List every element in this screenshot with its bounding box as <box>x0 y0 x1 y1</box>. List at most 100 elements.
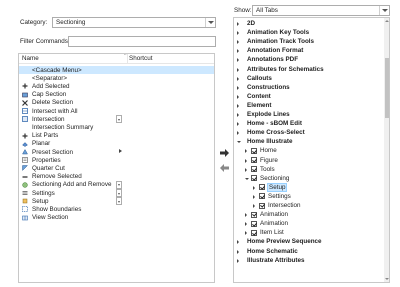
node-checkbox[interactable] <box>259 193 265 200</box>
tree-node[interactable]: Setup <box>253 182 384 192</box>
collapsed-arrow-icon[interactable] <box>237 22 239 26</box>
collapsed-arrow-icon[interactable] <box>253 194 255 199</box>
command-row[interactable]: List Parts <box>19 132 214 140</box>
collapsed-arrow-icon[interactable] <box>237 103 239 108</box>
commands-list[interactable]: Name ^ Shortcut <Cascade Menu> <Separator… <box>18 53 215 283</box>
command-row[interactable]: Properties <box>19 156 214 164</box>
tree-scrollbar[interactable] <box>384 18 389 282</box>
collapsed-arrow-icon[interactable] <box>237 40 239 45</box>
tree-node[interactable]: Content <box>237 93 384 101</box>
tree-node[interactable]: Explode Lines <box>237 111 384 119</box>
scroll-up-icon[interactable] <box>384 20 389 22</box>
command-row[interactable]: Sectioning Add and Remove <box>19 180 214 189</box>
collapsed-arrow-icon[interactable] <box>237 249 239 254</box>
command-row[interactable]: Settings <box>19 189 214 197</box>
show-dropdown[interactable]: All Tabs <box>252 5 390 16</box>
tree-node[interactable]: Animation Track Tools <box>237 38 384 46</box>
tree-node[interactable]: Constructions <box>237 84 384 92</box>
tree-node[interactable]: Item List <box>245 229 384 237</box>
tree-node[interactable]: Tools <box>245 166 384 174</box>
command-row[interactable]: Preset Section <box>19 148 214 156</box>
node-checkbox[interactable] <box>251 157 257 163</box>
tree-node[interactable]: Home Cross-Select <box>237 129 384 137</box>
collapsed-arrow-icon[interactable] <box>237 258 239 263</box>
right-arrow-icon[interactable] <box>220 149 229 157</box>
column-header-name[interactable]: Name <box>22 55 39 62</box>
filter-input[interactable] <box>68 36 216 47</box>
tree-node[interactable]: 2D <box>237 20 384 28</box>
shortcut-dropdown[interactable] <box>116 115 122 124</box>
collapsed-arrow-icon[interactable] <box>237 240 239 245</box>
command-row[interactable]: Planar <box>19 140 214 148</box>
command-row[interactable]: Setup <box>19 197 214 206</box>
column-header-shortcut[interactable]: Shortcut <box>129 55 152 62</box>
ribbon-tree[interactable]: 2D Animation Key Tools Animation Track Too… <box>233 17 390 283</box>
collapsed-arrow-icon[interactable] <box>237 49 239 54</box>
tree-node[interactable]: Animation Key Tools <box>237 29 384 37</box>
tree-node[interactable]: Annotation Format <box>237 47 384 55</box>
shortcut-dropdown[interactable] <box>116 197 122 206</box>
tree-node[interactable]: Attributes for Schematics <box>237 66 384 74</box>
collapsed-arrow-icon[interactable] <box>245 158 247 163</box>
node-checkbox[interactable] <box>251 211 257 218</box>
node-checkbox[interactable] <box>251 166 257 173</box>
tree-node[interactable]: Illustrate Attributes <box>237 257 384 265</box>
command-row[interactable]: Show Boundaries <box>19 205 214 213</box>
tree-node[interactable]: Callouts <box>237 75 384 83</box>
collapsed-arrow-icon[interactable] <box>237 113 239 117</box>
collapsed-arrow-icon[interactable] <box>237 67 239 72</box>
node-checkbox[interactable] <box>251 175 257 182</box>
scroll-down-icon[interactable] <box>384 278 389 280</box>
collapsed-arrow-icon[interactable] <box>237 85 239 90</box>
expanded-arrow-icon[interactable] <box>245 177 249 180</box>
tree-node[interactable]: Settings <box>253 193 384 201</box>
tree-node[interactable]: Animation <box>245 211 384 219</box>
collapsed-arrow-icon[interactable] <box>237 94 239 99</box>
node-checkbox[interactable] <box>251 220 257 227</box>
collapsed-arrow-icon[interactable] <box>245 213 247 218</box>
shortcut-dropdown[interactable] <box>116 180 122 189</box>
command-row[interactable]: Intersection Summary <box>19 123 214 131</box>
command-row[interactable]: Cap Section <box>19 91 214 99</box>
node-checkbox[interactable] <box>251 147 257 154</box>
tree-node[interactable]: Home Preview Sequence <box>237 238 384 246</box>
command-row[interactable]: Remove Selected <box>19 173 214 181</box>
tree-node[interactable]: Home Schematic <box>237 248 384 256</box>
collapsed-arrow-icon[interactable] <box>253 204 255 208</box>
collapsed-arrow-icon[interactable] <box>237 76 239 81</box>
collapsed-arrow-icon[interactable] <box>245 167 247 172</box>
collapsed-arrow-icon[interactable] <box>253 185 255 190</box>
command-row[interactable]: Intersect with All <box>19 107 214 115</box>
node-checkbox[interactable] <box>251 229 257 236</box>
node-checkbox[interactable] <box>259 184 265 191</box>
category-dropdown[interactable]: Sectioning <box>52 17 216 28</box>
tree-node[interactable]: Sectioning <box>245 175 384 183</box>
tree-node[interactable]: Intersection <box>253 202 384 210</box>
collapsed-arrow-icon[interactable] <box>237 131 239 136</box>
collapsed-arrow-icon[interactable] <box>237 31 239 36</box>
command-row[interactable]: Delete Section <box>19 99 214 107</box>
command-row[interactable]: Intersection <box>19 115 214 124</box>
tree-node[interactable]: Annotations PDF <box>237 56 384 64</box>
tree-node[interactable]: Figure <box>245 157 384 165</box>
tree-node[interactable]: Home - sBOM Edit <box>237 120 384 128</box>
collapsed-arrow-icon[interactable] <box>237 122 239 127</box>
expanded-arrow-icon[interactable] <box>237 141 241 144</box>
left-arrow-icon[interactable] <box>220 164 229 172</box>
command-row[interactable]: View Section <box>19 214 214 222</box>
tree-node[interactable]: Animation <box>245 220 384 228</box>
shortcut-dropdown[interactable] <box>116 189 122 197</box>
collapsed-arrow-icon[interactable] <box>245 149 247 154</box>
node-checkbox[interactable] <box>259 202 265 209</box>
command-row[interactable]: Add Selected <box>19 82 214 90</box>
command-row[interactable]: Quarter Cut <box>19 164 214 172</box>
scrollbar-thumb[interactable] <box>384 58 389 118</box>
tree-node[interactable]: Home <box>245 147 384 155</box>
command-row[interactable]: <Cascade Menu> <box>19 66 214 75</box>
collapsed-arrow-icon[interactable] <box>245 231 247 236</box>
tree-node[interactable]: Home Illustrate <box>237 138 384 146</box>
command-row[interactable]: <Separator> <box>19 74 214 82</box>
tree-node[interactable]: Element <box>237 102 384 110</box>
collapsed-arrow-icon[interactable] <box>245 222 247 227</box>
collapsed-arrow-icon[interactable] <box>237 58 239 63</box>
